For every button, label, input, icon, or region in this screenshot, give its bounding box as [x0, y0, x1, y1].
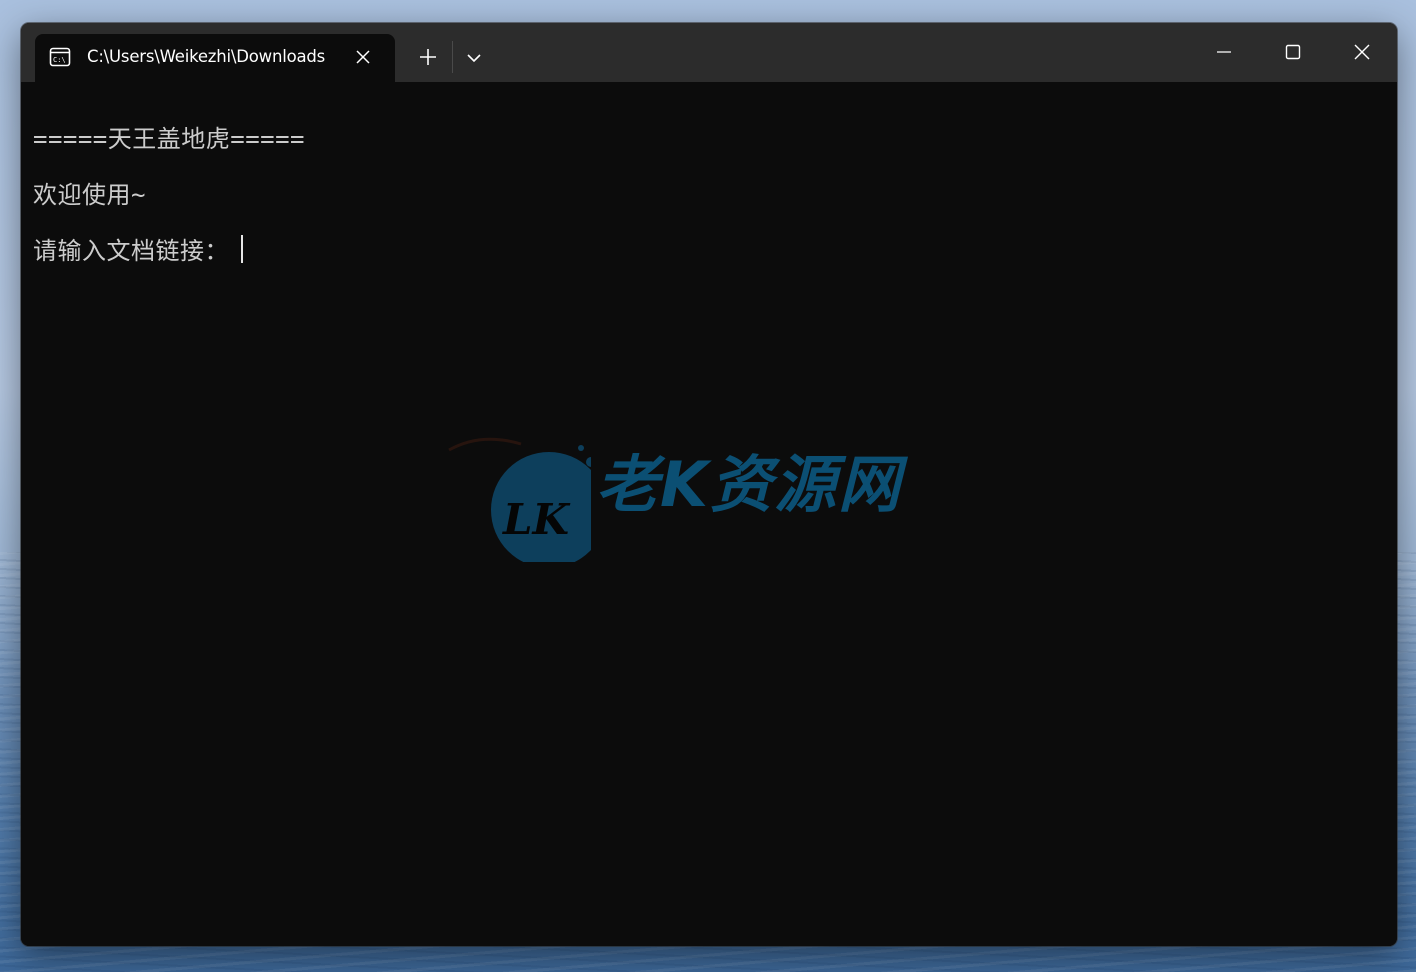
watermark-text: 老K资源网 — [596, 448, 903, 521]
chevron-down-icon[interactable] — [461, 45, 487, 71]
tab-title: C:\Users\Weikezhi\Downloads — [87, 47, 326, 66]
close-window-icon[interactable] — [1347, 37, 1377, 67]
text-cursor — [241, 234, 243, 263]
tab-separator — [452, 41, 453, 73]
svg-text:C:\: C:\ — [53, 56, 66, 64]
tab-downloads[interactable]: C:\ C:\Users\Weikezhi\Downloads — [35, 34, 395, 82]
close-tab-icon[interactable] — [352, 46, 374, 68]
title-bar[interactable]: C:\ C:\Users\Weikezhi\Downloads — [21, 23, 1397, 82]
terminal-line-banner: =====天王盖地虎===== — [33, 125, 305, 153]
terminal-prompt-line[interactable]: 请输入文档链接： — [33, 231, 243, 266]
minimize-icon[interactable] — [1209, 37, 1239, 67]
terminal-prompt-text: 请输入文档链接： — [33, 237, 229, 265]
watermark-logo-letters: LK — [502, 495, 571, 544]
command-prompt-icon: C:\ — [49, 47, 71, 67]
watermark: LK 老K资源网 — [441, 422, 1001, 562]
terminal-output[interactable]: =====天王盖地虎===== 欢迎使用~ 请输入文档链接： LK 老K资源网 — [21, 82, 1397, 946]
terminal-window: C:\ C:\Users\Weikezhi\Downloads =====天王盖… — [21, 23, 1397, 946]
terminal-line-welcome: 欢迎使用~ — [33, 181, 146, 209]
maximize-icon[interactable] — [1278, 37, 1308, 67]
new-tab-icon[interactable] — [414, 43, 442, 71]
watermark-logo-icon: LK — [448, 437, 591, 562]
